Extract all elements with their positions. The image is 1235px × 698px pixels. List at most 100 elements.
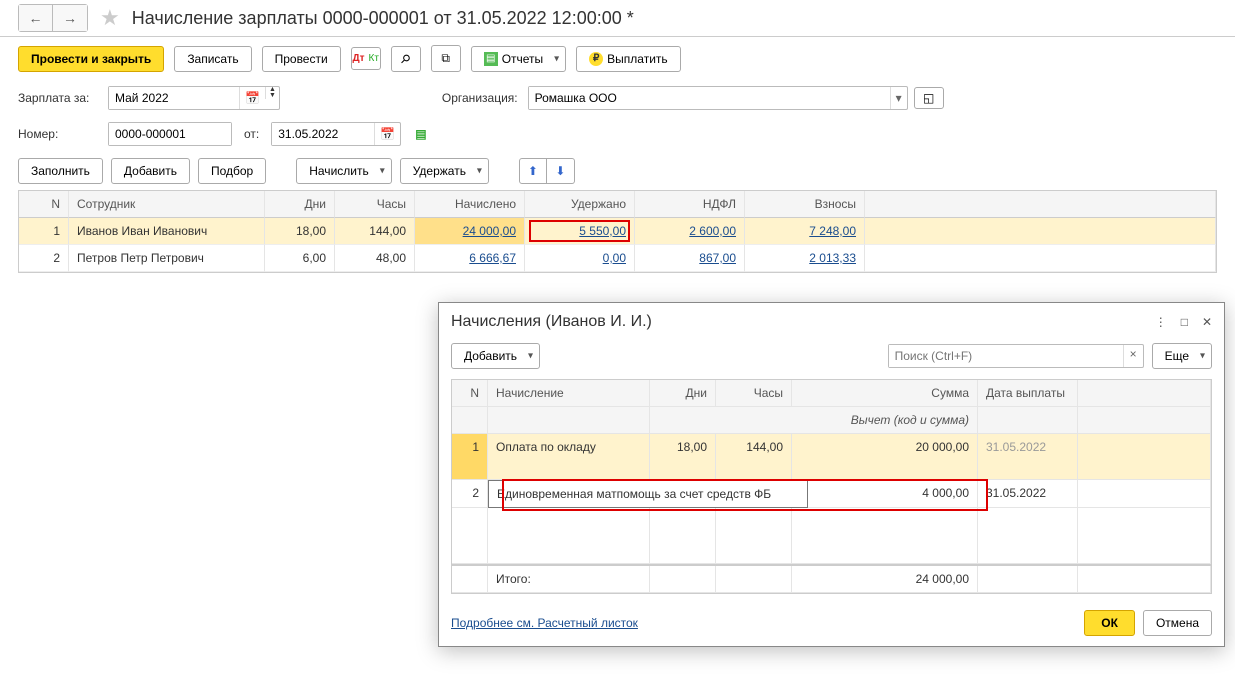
table-spacer: [452, 508, 1211, 564]
table-row[interactable]: 1 Иванов Иван Иванович 18,00 144,00 24 0…: [19, 218, 1216, 245]
from-label: от:: [244, 127, 259, 141]
col-held-header[interactable]: Удержано: [525, 191, 635, 218]
org-label: Организация:: [442, 91, 518, 105]
pay-button[interactable]: ₽Выплатить: [576, 46, 681, 72]
hold-button[interactable]: Удержать: [400, 158, 489, 184]
org-input-group: ▾: [528, 86, 908, 110]
sub-col-date[interactable]: Дата выплаты: [978, 380, 1078, 407]
contributions-link[interactable]: 7 248,00: [809, 224, 856, 238]
star-icon[interactable]: ★: [100, 5, 120, 31]
accruals-popup: Начисления (Иванов И. И.) ⋮ □ ✕ Добавить…: [438, 302, 1225, 647]
date-input-group: 📅: [271, 122, 401, 146]
main-table: N Сотрудник Дни Часы Начислено Удержано …: [18, 190, 1217, 273]
held-link[interactable]: 5 550,00: [579, 224, 626, 238]
accrual-row[interactable]: 1 Оплата по окладу 18,00 144,00 20 000,0…: [452, 434, 1211, 480]
org-dropdown-icon[interactable]: ▾: [890, 87, 907, 109]
org-open-button[interactable]: ◱: [914, 87, 944, 109]
dtkt-button[interactable]: ДтКт: [351, 47, 381, 70]
move-down-button[interactable]: ⬇: [547, 158, 575, 184]
ruble-icon: ₽: [589, 52, 603, 66]
page-title: Начисление зарплаты 0000-000001 от 31.05…: [132, 8, 634, 29]
fill-button[interactable]: Заполнить: [18, 158, 103, 184]
posted-icon: ▤: [415, 127, 426, 141]
popup-title: Начисления (Иванов И. И.): [451, 313, 1155, 331]
salary-for-input-group: 📅 ▲▼: [108, 86, 280, 110]
sub-col-hours[interactable]: Часы: [716, 380, 792, 407]
popup-header: Начисления (Иванов И. И.) ⋮ □ ✕: [439, 303, 1224, 339]
sub-col-n[interactable]: N: [452, 380, 488, 407]
accruals-total: Итого: 24 000,00: [452, 564, 1211, 593]
accrual-row[interactable]: 2 Единовременная матпомощь за счет средс…: [452, 480, 1211, 508]
structure-icon: ⧉: [441, 51, 450, 66]
col-contributions-header[interactable]: Взносы: [745, 191, 865, 218]
maximize-icon[interactable]: □: [1181, 315, 1188, 329]
main-table-head: N Сотрудник Дни Часы Начислено Удержано …: [19, 191, 1216, 218]
col-employee-header[interactable]: Сотрудник: [69, 191, 265, 218]
number-input[interactable]: [109, 123, 231, 145]
held-link[interactable]: 0,00: [603, 251, 626, 265]
reports-button[interactable]: ▤Отчеты: [471, 46, 566, 72]
number-input-group: [108, 122, 232, 146]
col-hours-header[interactable]: Часы: [335, 191, 415, 218]
form-row-period: Зарплата за: 📅 ▲▼ Организация: ▾ ◱: [0, 80, 1235, 116]
calculated-link[interactable]: 24 000,00: [463, 224, 516, 238]
move-buttons: ⬆ ⬇: [519, 158, 575, 184]
accrual-name-input[interactable]: Единовременная матпомощь за счет средств…: [488, 480, 808, 508]
paperclip-icon: ⚲: [398, 50, 414, 66]
search-input[interactable]: [889, 345, 1123, 367]
nav-back-forward: ← →: [18, 4, 88, 32]
total-sum: 24 000,00: [792, 566, 978, 593]
popup-add-button[interactable]: Добавить: [451, 343, 540, 369]
arrow-up-icon: ⬆: [528, 164, 538, 178]
table-row[interactable]: 2 Петров Петр Петрович 6,00 48,00 6 666,…: [19, 245, 1216, 272]
post-button[interactable]: Провести: [262, 46, 341, 72]
org-input[interactable]: [529, 87, 890, 109]
close-icon[interactable]: ✕: [1202, 315, 1212, 329]
salary-for-label: Зарплата за:: [18, 91, 102, 105]
structure-button[interactable]: ⧉: [431, 45, 461, 72]
col-n-header[interactable]: N: [19, 191, 69, 218]
sub-col-sum[interactable]: Сумма: [792, 380, 978, 407]
post-and-close-button[interactable]: Провести и закрыть: [18, 46, 164, 72]
period-spinner[interactable]: ▲▼: [265, 87, 279, 109]
contributions-link[interactable]: 2 013,33: [809, 251, 856, 265]
attach-button[interactable]: ⚲: [391, 46, 421, 72]
sub-col-days[interactable]: Дни: [650, 380, 716, 407]
ndfl-link[interactable]: 2 600,00: [689, 224, 736, 238]
back-button[interactable]: ←: [19, 5, 53, 31]
col-calculated-header[interactable]: Начислено: [415, 191, 525, 218]
sub-col-name[interactable]: Начисление: [488, 380, 650, 407]
ndfl-link[interactable]: 867,00: [699, 251, 736, 265]
number-label: Номер:: [18, 127, 102, 141]
sub-col-deduction[interactable]: Вычет (код и сумма): [792, 407, 978, 434]
save-button[interactable]: Записать: [174, 46, 251, 72]
more-button[interactable]: Еще: [1152, 343, 1212, 369]
arrow-down-icon: ⬇: [555, 164, 565, 178]
form-row-number: Номер: от: 📅 ▤: [0, 116, 1235, 152]
calendar-icon[interactable]: 📅: [239, 87, 265, 109]
topbar: ← → ★ Начисление зарплаты 0000-000001 от…: [0, 0, 1235, 37]
popup-footer: Подробнее см. Расчетный листок ОК Отмена: [439, 600, 1224, 646]
cancel-button[interactable]: Отмена: [1143, 610, 1212, 636]
calc-button[interactable]: Начислить: [296, 158, 391, 184]
col-days-header[interactable]: Дни: [265, 191, 335, 218]
accruals-table: N Начисление Дни Часы Сумма Дата выплаты…: [451, 379, 1212, 594]
calculated-link[interactable]: 6 666,67: [469, 251, 516, 265]
date-input[interactable]: [272, 123, 374, 145]
salary-for-input[interactable]: [109, 87, 239, 109]
col-ndfl-header[interactable]: НДФЛ: [635, 191, 745, 218]
payslip-link[interactable]: Подробнее см. Расчетный листок: [451, 616, 638, 630]
search-group: ×: [888, 344, 1144, 368]
popup-toolbar: Добавить × Еще: [439, 339, 1224, 373]
date-calendar-icon[interactable]: 📅: [374, 123, 400, 145]
report-icon: ▤: [484, 52, 498, 66]
add-button[interactable]: Добавить: [111, 158, 190, 184]
main-toolbar: Провести и закрыть Записать Провести ДтК…: [0, 37, 1235, 80]
select-button[interactable]: Подбор: [198, 158, 266, 184]
forward-button[interactable]: →: [53, 5, 87, 31]
menu-icon[interactable]: ⋮: [1155, 315, 1167, 329]
search-clear-icon[interactable]: ×: [1123, 345, 1143, 367]
total-label: Итого:: [488, 566, 650, 593]
ok-button[interactable]: ОК: [1084, 610, 1135, 636]
move-up-button[interactable]: ⬆: [519, 158, 547, 184]
